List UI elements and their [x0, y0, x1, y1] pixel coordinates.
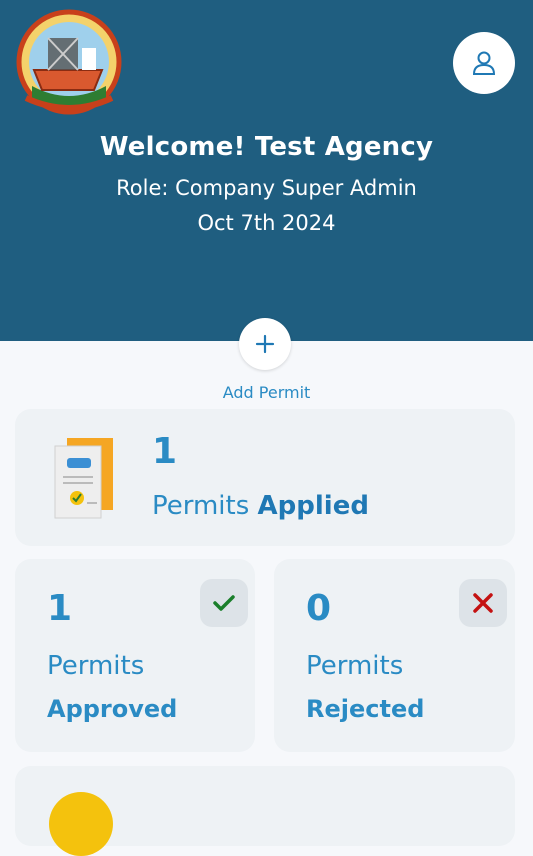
status-icon: [49, 792, 113, 856]
logo: [16, 9, 122, 115]
rejected-count: 0: [306, 588, 332, 629]
permits-next-card[interactable]: [15, 766, 515, 856]
check-icon: [213, 595, 235, 611]
rejected-word: Permits: [306, 651, 404, 681]
applied-count: 1: [152, 431, 178, 472]
welcome-title: Welcome! Test Agency: [99, 132, 434, 162]
document-icon: [54, 438, 113, 519]
applied-word: Permits: [152, 491, 258, 521]
approved-word: Permits: [47, 651, 145, 681]
date-text: Oct 7th 2024: [197, 211, 336, 235]
approved-status: Approved: [47, 695, 178, 723]
permits-approved-card[interactable]: 1 Permits Approved: [15, 559, 255, 752]
profile-button[interactable]: [453, 32, 515, 94]
rejected-badge: [459, 579, 507, 627]
permits-rejected-card[interactable]: 0 Permits Rejected: [274, 559, 515, 752]
x-icon: [473, 593, 493, 613]
approved-badge: [200, 579, 248, 627]
add-permit-button[interactable]: [239, 318, 291, 370]
permits-applied-card[interactable]: 1 Permits Applied: [15, 409, 515, 546]
user-icon: [472, 51, 496, 75]
add-permit-label[interactable]: Add Permit: [0, 383, 533, 402]
approved-count: 1: [47, 588, 73, 629]
role-text: Role: Company Super Admin: [116, 176, 417, 200]
applied-status: Applied: [257, 491, 369, 521]
plus-icon: [255, 334, 275, 354]
applied-label: Permits Applied: [152, 491, 369, 521]
header-banner: Welcome! Test Agency Role: Company Super…: [0, 0, 533, 341]
rejected-status: Rejected: [306, 695, 425, 723]
